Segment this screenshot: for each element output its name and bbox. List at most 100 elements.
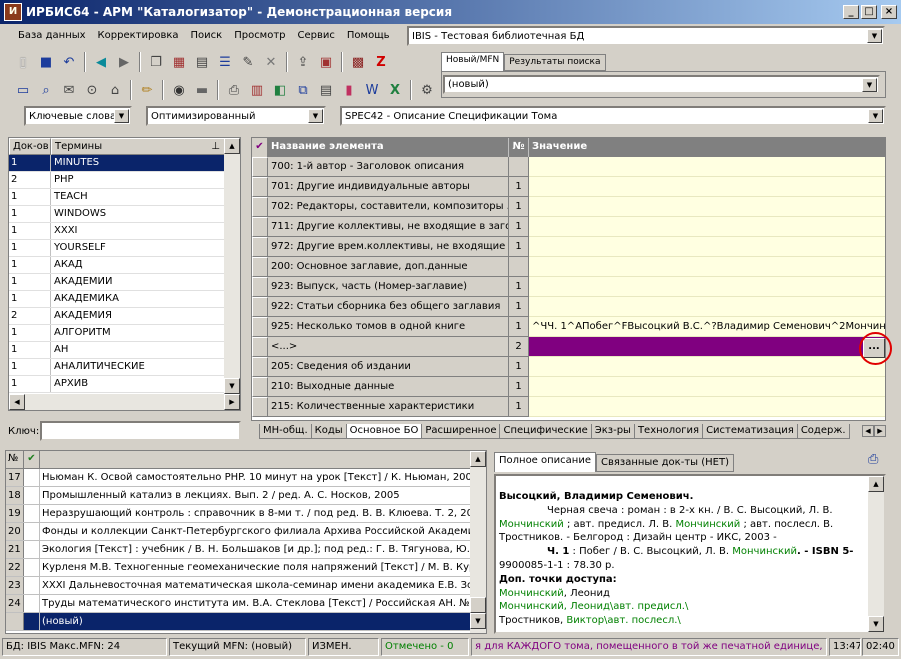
preview-link[interactable]: Мончинский xyxy=(499,588,564,599)
print-preview-icon[interactable]: ▥ xyxy=(246,79,268,101)
term-row[interactable]: 1 АКАДЕМИКА xyxy=(9,291,225,308)
element-value[interactable]: ^ЧЧ. 1^AПобег^FВысоцкий В.С.^?Владимир С… xyxy=(529,317,885,337)
element-value[interactable] xyxy=(529,197,885,217)
terms-hscroll[interactable]: ◀ ▶ xyxy=(9,394,240,410)
element-row[interactable]: 700: 1-й автор - Заголовок описания xyxy=(252,157,885,177)
terms-header-count[interactable]: Док-ов xyxy=(9,138,51,155)
chevron-down-icon[interactable]: ▼ xyxy=(308,109,323,123)
save-icon[interactable]: ■ xyxy=(35,51,57,73)
database-select[interactable]: IBIS - Тестовая библиотечная БД ▼ xyxy=(407,26,885,46)
film-icon[interactable]: ▩ xyxy=(347,51,369,73)
record-mark[interactable] xyxy=(24,523,40,540)
tab-specific[interactable]: Специфические xyxy=(499,424,592,439)
menu-view[interactable]: Просмотр xyxy=(228,26,291,46)
element-value[interactable] xyxy=(529,217,885,237)
mfn-select[interactable]: (новый) ▼ xyxy=(443,75,880,94)
tab-systematization[interactable]: Систематизация xyxy=(702,424,798,439)
comment-icon[interactable]: ▭ xyxy=(12,79,34,101)
grid-icon[interactable]: ▦ xyxy=(168,51,190,73)
record-row[interactable]: 17 Ньюман К. Освой самостоятельно PHP. 10… xyxy=(6,469,486,487)
scroll-up-icon[interactable]: ▲ xyxy=(470,451,486,467)
term-row[interactable]: 1 АНАЛИТИЧЕСКИЕ xyxy=(9,359,225,376)
menu-search[interactable]: Поиск xyxy=(185,26,229,46)
chevron-down-icon[interactable]: ▼ xyxy=(114,109,129,123)
import-icon[interactable]: ▣ xyxy=(315,51,337,73)
menu-help[interactable]: Помощь xyxy=(341,26,396,46)
optimization-select[interactable]: Оптимизированный ▼ xyxy=(146,106,326,126)
record-mark[interactable] xyxy=(24,469,40,486)
term-row[interactable]: 1 MINUTES xyxy=(9,155,225,172)
term-row[interactable]: 1 АЛГОРИТМ xyxy=(9,325,225,342)
tab-scroll-left-icon[interactable]: ◀ xyxy=(862,425,874,437)
record-row[interactable]: 23 XXXI Дальневосточная математическая шк… xyxy=(6,577,486,595)
element-row[interactable]: 923: Выпуск, часть (Номер-заглавие) 1 xyxy=(252,277,885,297)
paste-icon[interactable]: ▤ xyxy=(315,79,337,101)
scroll-down-icon[interactable]: ▼ xyxy=(470,613,486,629)
preview-link[interactable]: Мончинский xyxy=(676,519,741,530)
preview-line-8[interactable]: Мончинский, Леонид\авт. предисл.\ xyxy=(499,600,866,614)
minimize-button[interactable]: _ xyxy=(843,5,859,19)
word-icon[interactable]: W xyxy=(361,79,383,101)
chevron-down-icon[interactable]: ▼ xyxy=(868,109,883,123)
search-icon[interactable]: ⌕ xyxy=(35,79,57,101)
print-icon[interactable]: ⎙ xyxy=(223,79,245,101)
terms-header-terms[interactable]: Термины ⊥ xyxy=(51,138,225,155)
new-document-icon[interactable]: ▯ xyxy=(12,51,34,73)
term-row[interactable]: 2 АКАДЕМИЯ xyxy=(9,308,225,325)
record-mark[interactable] xyxy=(24,577,40,594)
element-row[interactable]: 701: Другие индивидуальные авторы 1 xyxy=(252,177,885,197)
record-row[interactable]: (новый) xyxy=(6,613,486,631)
term-row[interactable]: 1 АРХИВ xyxy=(9,376,225,393)
record-row[interactable]: 24 Труды математического института им. В.… xyxy=(6,595,486,613)
record-row[interactable]: 21 Экология [Текст] : учебник / В. Н. Бол… xyxy=(6,541,486,559)
element-row[interactable]: 711: Другие коллективы, не входящие в за… xyxy=(252,217,885,237)
worksheet-select[interactable]: SPEC42 - Описание Спецификации Тома ▼ xyxy=(340,106,886,126)
arrow-right-icon[interactable]: ▶ xyxy=(113,51,135,73)
term-row[interactable]: 1 WINDOWS xyxy=(9,206,225,223)
tab-mn-general[interactable]: МН-общ. xyxy=(259,424,312,439)
excel-icon[interactable]: X xyxy=(384,79,406,101)
tab-main-bo[interactable]: Основное БО xyxy=(345,424,423,439)
record-row[interactable]: 18 Промышленный катализ в лекциях. Вып. 2… xyxy=(6,487,486,505)
preview-vscroll[interactable]: ▲ ▼ xyxy=(868,476,884,632)
preview-link[interactable]: Мончинский xyxy=(499,519,564,530)
pin-icon[interactable]: ⊥ xyxy=(211,139,220,154)
tab-full-description[interactable]: Полное описание xyxy=(494,452,596,472)
copy-record-icon[interactable]: ❐ xyxy=(145,51,167,73)
scroll-right-icon[interactable]: ▶ xyxy=(224,394,240,410)
scroll-down-icon[interactable]: ▼ xyxy=(224,378,240,394)
element-row[interactable]: 702: Редакторы, составители, композиторы… xyxy=(252,197,885,217)
record-row[interactable]: 20 Фонды и коллекции Санкт-Петербургского… xyxy=(6,523,486,541)
eraser-icon[interactable]: ✎ xyxy=(237,51,259,73)
close-button[interactable]: × xyxy=(881,5,897,19)
element-row[interactable]: 200: Основное заглавие, доп.данные xyxy=(252,257,885,277)
undo-icon[interactable]: ↶ xyxy=(58,51,80,73)
tab-extended[interactable]: Расширенное xyxy=(421,424,501,439)
tab-codes[interactable]: Коды xyxy=(310,424,347,439)
term-row[interactable]: 1 АКАДЕМИИ xyxy=(9,274,225,291)
element-value[interactable] xyxy=(529,377,885,397)
element-value[interactable] xyxy=(529,177,885,197)
element-value[interactable] xyxy=(529,357,885,377)
term-row[interactable]: 2 PHP xyxy=(9,172,225,189)
chart-icon[interactable]: ▮ xyxy=(338,79,360,101)
export-doc-icon[interactable]: ◧ xyxy=(269,79,291,101)
z3950-icon[interactable]: Z xyxy=(370,51,392,73)
menu-edit[interactable]: Корректировка xyxy=(92,26,185,46)
find-icon[interactable]: ⊙ xyxy=(81,79,103,101)
print-preview-icon[interactable]: ⎙ xyxy=(868,452,878,467)
delete-icon[interactable]: ✕ xyxy=(260,51,282,73)
eye-icon[interactable]: ◉ xyxy=(168,79,190,101)
scroll-left-icon[interactable]: ◀ xyxy=(9,394,25,410)
tab-new-mfn[interactable]: Новый/MFN xyxy=(441,52,505,71)
menu-database[interactable]: База данных xyxy=(12,26,92,46)
record-mark[interactable] xyxy=(24,487,40,504)
term-row[interactable]: 1 TEACH xyxy=(9,189,225,206)
menu-service[interactable]: Сервис xyxy=(292,26,341,46)
element-value[interactable] xyxy=(529,237,885,257)
settings-icon[interactable]: ⚙ xyxy=(416,79,438,101)
element-value[interactable] xyxy=(529,397,885,417)
element-row[interactable]: 210: Выходные данные 1 xyxy=(252,377,885,397)
tab-technology[interactable]: Технология xyxy=(633,424,704,439)
term-row[interactable]: 1 АН xyxy=(9,342,225,359)
